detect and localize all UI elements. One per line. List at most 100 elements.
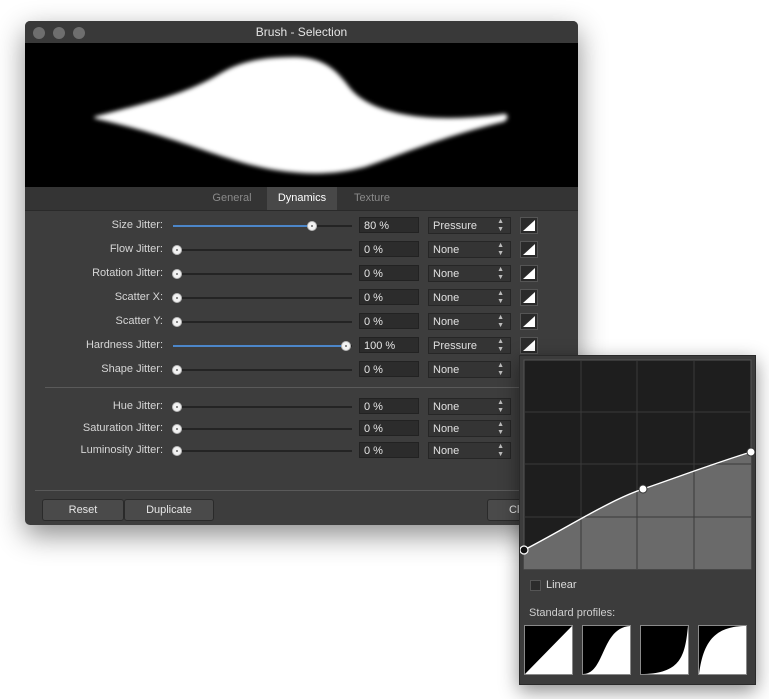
setting-slider[interactable] <box>172 402 352 412</box>
brush-stroke-preview <box>25 43 578 187</box>
controller-select[interactable]: None ▲ ▼ <box>428 398 511 415</box>
setting-value-field[interactable]: 0 % <box>359 289 419 305</box>
controller-select[interactable]: None ▲ ▼ <box>428 361 511 378</box>
controller-select[interactable]: None ▲ ▼ <box>428 442 511 459</box>
slider-knob[interactable] <box>172 317 182 327</box>
setting-slider[interactable] <box>172 424 352 434</box>
setting-label: Flow Jitter: <box>109 243 163 255</box>
setting-slider[interactable] <box>172 317 352 327</box>
slider-knob[interactable] <box>172 402 182 412</box>
slider-knob[interactable] <box>307 221 317 231</box>
setting-row: Scatter X: 0 % None ▲ ▼ <box>25 288 578 308</box>
window-title: Brush - Selection <box>255 25 348 39</box>
setting-slider[interactable] <box>172 446 352 456</box>
slider-knob[interactable] <box>172 446 182 456</box>
curve-mid-handle[interactable] <box>638 484 648 494</box>
controller-value: Pressure <box>433 340 478 352</box>
updown-chevron-icon: ▲ ▼ <box>497 242 504 257</box>
controller-select[interactable]: Pressure ▲ ▼ <box>428 337 511 354</box>
slider-knob[interactable] <box>341 341 351 351</box>
setting-row: Flow Jitter: 0 % None ▲ ▼ <box>25 240 578 260</box>
updown-chevron-icon: ▲ ▼ <box>497 314 504 329</box>
section-divider <box>45 387 557 388</box>
curve-button[interactable] <box>520 289 538 306</box>
tab-general[interactable]: General <box>201 187 263 210</box>
curve-icon <box>523 268 535 279</box>
setting-row: Hue Jitter: 0 % None ▲ ▼ <box>25 397 578 417</box>
curve-icon <box>523 292 535 303</box>
setting-slider[interactable] <box>172 245 352 255</box>
controller-select[interactable]: None ▲ ▼ <box>428 289 511 306</box>
setting-value-field[interactable]: 0 % <box>359 265 419 281</box>
curve-icon <box>523 220 535 231</box>
setting-slider[interactable] <box>173 221 352 231</box>
slider-fill <box>173 225 312 227</box>
standard-profiles-label: Standard profiles: <box>529 607 616 619</box>
reset-button[interactable]: Reset <box>42 499 124 521</box>
curve-button[interactable] <box>520 241 538 258</box>
setting-row: Size Jitter: 80 % Pressure ▲ ▼ <box>25 216 578 236</box>
setting-label: Luminosity Jitter: <box>80 444 163 456</box>
updown-chevron-icon: ▲ ▼ <box>497 290 504 305</box>
title-bar[interactable]: Brush - Selection <box>25 21 578 43</box>
setting-slider[interactable] <box>172 365 352 375</box>
setting-value-field[interactable]: 0 % <box>359 442 419 458</box>
linear-checkbox[interactable] <box>530 580 541 591</box>
setting-value-field[interactable]: 0 % <box>359 313 419 329</box>
updown-chevron-icon: ▲ ▼ <box>497 266 504 281</box>
duplicate-button[interactable]: Duplicate <box>124 499 214 521</box>
slider-fill <box>173 345 347 347</box>
controller-value: None <box>433 244 460 256</box>
setting-value-field[interactable]: 100 % <box>359 337 419 353</box>
curve-end-handle[interactable] <box>746 447 755 457</box>
controller-select[interactable]: None ▲ ▼ <box>428 241 511 258</box>
controller-select[interactable]: None ▲ ▼ <box>428 420 511 437</box>
setting-value-field[interactable]: 80 % <box>359 217 419 233</box>
setting-label: Size Jitter: <box>111 219 163 231</box>
setting-label: Hardness Jitter: <box>85 339 163 351</box>
curve-button[interactable] <box>520 217 538 234</box>
curve-start-handle[interactable] <box>520 545 529 555</box>
setting-value-field[interactable]: 0 % <box>359 398 419 414</box>
controller-select[interactable]: None ▲ ▼ <box>428 313 511 330</box>
pressure-curve-popover: Linear Standard profiles: <box>519 355 756 685</box>
setting-row: Luminosity Jitter: 0 % None ▲ ▼ <box>25 441 578 461</box>
controller-value: Pressure <box>433 220 478 232</box>
curve-button[interactable] <box>520 265 538 282</box>
pressure-curve-graph[interactable] <box>520 356 755 571</box>
slider-knob[interactable] <box>172 293 182 303</box>
setting-slider[interactable] <box>173 341 352 351</box>
tab-bar: General Dynamics Texture <box>25 187 578 211</box>
setting-value-field[interactable]: 0 % <box>359 420 419 436</box>
brush-stroke-shape <box>94 57 508 174</box>
slider-knob[interactable] <box>172 245 182 255</box>
updown-chevron-icon: ▲ ▼ <box>497 399 504 414</box>
curve-icon <box>523 316 535 327</box>
controller-select[interactable]: Pressure ▲ ▼ <box>428 217 511 234</box>
controller-value: None <box>433 268 460 280</box>
tab-texture[interactable]: Texture <box>341 187 403 210</box>
profile-ease-in[interactable] <box>640 625 689 675</box>
curve-icon <box>523 340 535 351</box>
slider-knob[interactable] <box>172 424 182 434</box>
curve-button[interactable] <box>520 313 538 330</box>
setting-row: Scatter Y: 0 % None ▲ ▼ <box>25 312 578 332</box>
tab-dynamics[interactable]: Dynamics <box>267 187 337 210</box>
setting-value-field[interactable]: 0 % <box>359 361 419 377</box>
controller-value: None <box>433 423 460 435</box>
curve-button[interactable] <box>520 337 538 354</box>
brush-dialog-window: Brush - Selection General Dynamics Textu… <box>25 21 578 525</box>
profile-s-curve[interactable] <box>582 625 631 675</box>
controller-select[interactable]: None ▲ ▼ <box>428 265 511 282</box>
slider-knob[interactable] <box>172 365 182 375</box>
setting-label: Scatter Y: <box>115 315 164 327</box>
profile-ease-out[interactable] <box>698 625 747 675</box>
setting-label: Hue Jitter: <box>112 400 163 412</box>
updown-chevron-icon: ▲ ▼ <box>497 218 504 233</box>
setting-value-field[interactable]: 0 % <box>359 241 419 257</box>
setting-label: Saturation Jitter: <box>82 422 163 434</box>
setting-slider[interactable] <box>172 293 352 303</box>
profile-linear[interactable] <box>524 625 573 675</box>
setting-slider[interactable] <box>172 269 352 279</box>
slider-knob[interactable] <box>172 269 182 279</box>
